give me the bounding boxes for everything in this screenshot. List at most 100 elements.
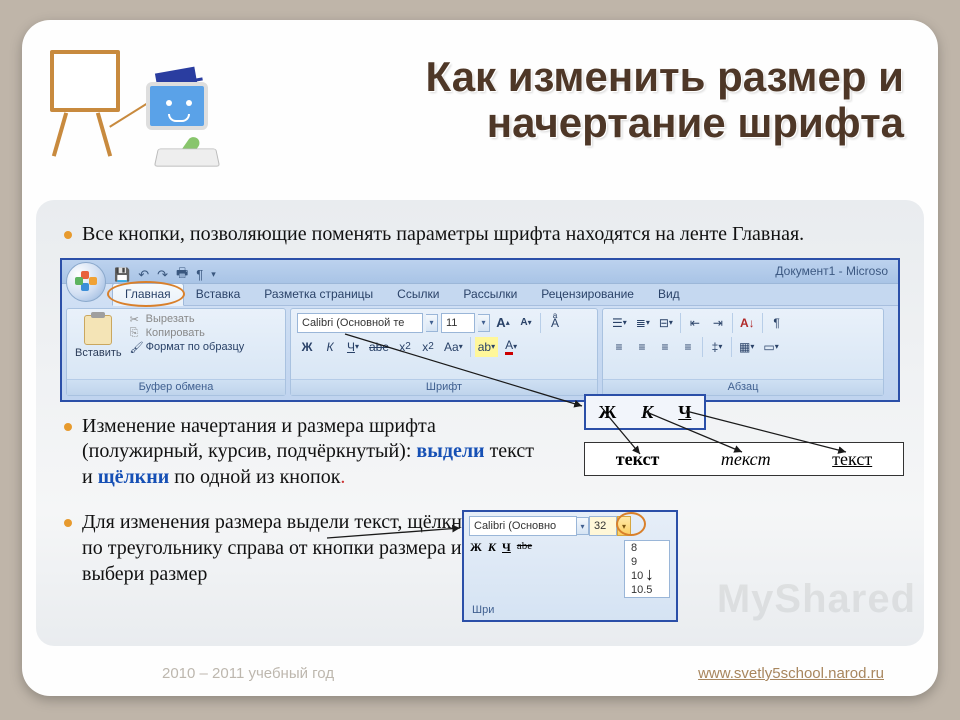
numbering-button[interactable]: ≣▾ xyxy=(633,313,653,333)
bold-label: Ж xyxy=(302,340,313,354)
justify-button[interactable]: ≡ xyxy=(678,337,698,357)
highlight-button[interactable]: ab▾ xyxy=(475,337,498,357)
italic-button[interactable]: К xyxy=(320,337,340,357)
group-clipboard: Вставить ✂ Вырезать ⎘ Копировать 🖌Формат п… xyxy=(66,308,286,396)
grow-font-button[interactable]: A▴ xyxy=(493,313,513,333)
callout-s[interactable]: abe xyxy=(517,540,532,555)
footer-year: 2010 – 2011 учебный год xyxy=(162,665,334,682)
font-size-callout: Calibri (Основно▾ 32▾ Ж К Ч abe 8 9 10 1… xyxy=(462,510,678,622)
cut-button[interactable]: ✂ Вырезать xyxy=(130,313,245,325)
callout-size-drop-icon[interactable]: ▾ xyxy=(617,516,631,536)
show-marks-button[interactable]: ¶ xyxy=(767,313,787,333)
bullet-2-text-a: Изменение начертания и размера шрифта (п… xyxy=(82,415,436,463)
pilcrow-icon[interactable]: ¶ xyxy=(196,267,203,282)
borders-button[interactable]: ▭▾ xyxy=(760,337,781,357)
case-label: Aa xyxy=(444,340,459,354)
header-illustration xyxy=(44,48,239,188)
group-clipboard-label: Буфер обмена xyxy=(67,379,285,395)
multilevel-button[interactable]: ⊟▾ xyxy=(656,313,676,333)
sort-button[interactable]: А↓ xyxy=(737,313,758,333)
superscript-button[interactable]: x2 xyxy=(418,337,438,357)
shrink-font-button[interactable]: A▾ xyxy=(516,313,536,333)
bold-button[interactable]: Ж xyxy=(297,337,317,357)
callout-group-label: Шри xyxy=(472,604,494,616)
scissors-icon: ✂ xyxy=(130,313,142,325)
callout-u[interactable]: Ч xyxy=(502,540,511,555)
bullet-3: Для изменения размера выдели текст, щёлк… xyxy=(60,510,480,587)
ribbon-tabs: Главная Вставка Разметка страницы Ссылки… xyxy=(112,284,898,306)
indent-increase-button[interactable]: ⇥ xyxy=(708,313,728,333)
font-name-drop-icon[interactable]: ▾ xyxy=(426,314,438,332)
redo-icon[interactable]: ↷ xyxy=(157,267,168,283)
save-icon[interactable]: 💾 xyxy=(114,267,130,283)
footer-link[interactable]: www.svetly5school.narod.ru xyxy=(698,665,884,682)
font-size-combo[interactable]: 11 xyxy=(441,313,475,333)
quick-access-toolbar: 💾 ↶ ↷ 🖶 ¶ ▾ Документ1 - Microso xyxy=(62,260,898,284)
shrink-font-label: A xyxy=(520,317,527,328)
callout-font-combo[interactable]: Calibri (Основно xyxy=(469,516,577,536)
change-case-button[interactable]: Aa▾ xyxy=(441,337,466,357)
tab-review[interactable]: Рецензирование xyxy=(529,284,646,305)
office-button[interactable] xyxy=(66,262,106,302)
format-painter-button[interactable]: 🖌Формат по образцу xyxy=(130,341,245,353)
tab-view[interactable]: Вид xyxy=(646,284,692,305)
italic-label: К xyxy=(326,340,333,354)
callout-i[interactable]: К xyxy=(488,540,496,555)
group-font-label: Шрифт xyxy=(291,379,597,395)
callout-font-drop-icon[interactable]: ▾ xyxy=(577,517,589,535)
copy-label: Копировать xyxy=(146,327,205,339)
grow-font-label: A xyxy=(496,315,505,330)
underline-label: Ч xyxy=(347,340,355,354)
align-right-button[interactable]: ≡ xyxy=(655,337,675,357)
copy-button[interactable]: ⎘ Копировать xyxy=(130,327,245,339)
undo-icon[interactable]: ↶ xyxy=(138,267,149,283)
clear-format-button[interactable]: Aͣ xyxy=(545,313,565,333)
arrow-down-icon: ↓ xyxy=(645,564,654,585)
callout-bold: Ж xyxy=(598,402,616,423)
font-name-combo[interactable]: Calibri (Основной те xyxy=(297,313,423,333)
strike-label: abe xyxy=(369,340,389,354)
font-size-drop-icon[interactable]: ▾ xyxy=(478,314,490,332)
computer-character-icon xyxy=(126,82,226,172)
bullets-button[interactable]: ☰▾ xyxy=(609,313,630,333)
sample-underline: текст xyxy=(832,449,872,470)
paste-label: Вставить xyxy=(75,347,122,359)
bullet-2-text-c: по одной из кнопок xyxy=(169,466,340,488)
highlight-label: ab xyxy=(478,340,491,354)
indent-decrease-button[interactable]: ⇤ xyxy=(685,313,705,333)
tab-layout[interactable]: Разметка страницы xyxy=(252,284,385,305)
callout-size-combo[interactable]: 32 xyxy=(589,516,617,536)
bullet-2-dot: . xyxy=(340,466,345,488)
brush-icon: 🖌 xyxy=(130,341,142,353)
group-paragraph: ☰▾ ≣▾ ⊟▾ ⇤ ⇥ А↓ ¶ xyxy=(602,308,884,396)
qat-more-icon[interactable]: ▾ xyxy=(211,269,216,280)
callout-b[interactable]: Ж xyxy=(470,540,482,555)
strike-button[interactable]: abe xyxy=(366,337,392,357)
bullet-2-highlight-1: выдели xyxy=(416,440,484,462)
align-center-button[interactable]: ≡ xyxy=(632,337,652,357)
tab-insert[interactable]: Вставка xyxy=(184,284,253,305)
paste-button[interactable]: Вставить xyxy=(73,313,124,359)
align-left-button[interactable]: ≡ xyxy=(609,337,629,357)
tab-references[interactable]: Ссылки xyxy=(385,284,451,305)
line-spacing-button[interactable]: ‡▾ xyxy=(707,337,727,357)
underline-button[interactable]: Ч▾ xyxy=(343,337,363,357)
subscript-button[interactable]: x2 xyxy=(395,337,415,357)
tab-mailings[interactable]: Рассылки xyxy=(451,284,529,305)
font-color-button[interactable]: A▾ xyxy=(501,337,521,357)
slide-title: Как изменить размер и начертание шрифта xyxy=(274,54,904,146)
group-paragraph-label: Абзац xyxy=(603,379,883,395)
bullet-1: Все кнопки, позволяющие поменять парамет… xyxy=(60,222,900,248)
shading-button[interactable]: ▦▾ xyxy=(736,337,757,357)
sample-italic: текст xyxy=(721,449,771,470)
font-color-label: A xyxy=(505,338,513,355)
document-title: Документ1 - Microso xyxy=(775,264,888,278)
size-option[interactable]: 8 xyxy=(625,541,669,555)
bullet-2: Изменение начертания и размера шрифта (п… xyxy=(60,414,535,491)
tab-home[interactable]: Главная xyxy=(112,283,184,306)
sample-bold: текст xyxy=(616,449,660,470)
cut-label: Вырезать xyxy=(146,313,195,325)
size-option[interactable]: 10.5 xyxy=(625,583,669,597)
copy-icon: ⎘ xyxy=(130,327,142,339)
bold-italic-underline-callout: Ж К Ч xyxy=(584,394,706,430)
